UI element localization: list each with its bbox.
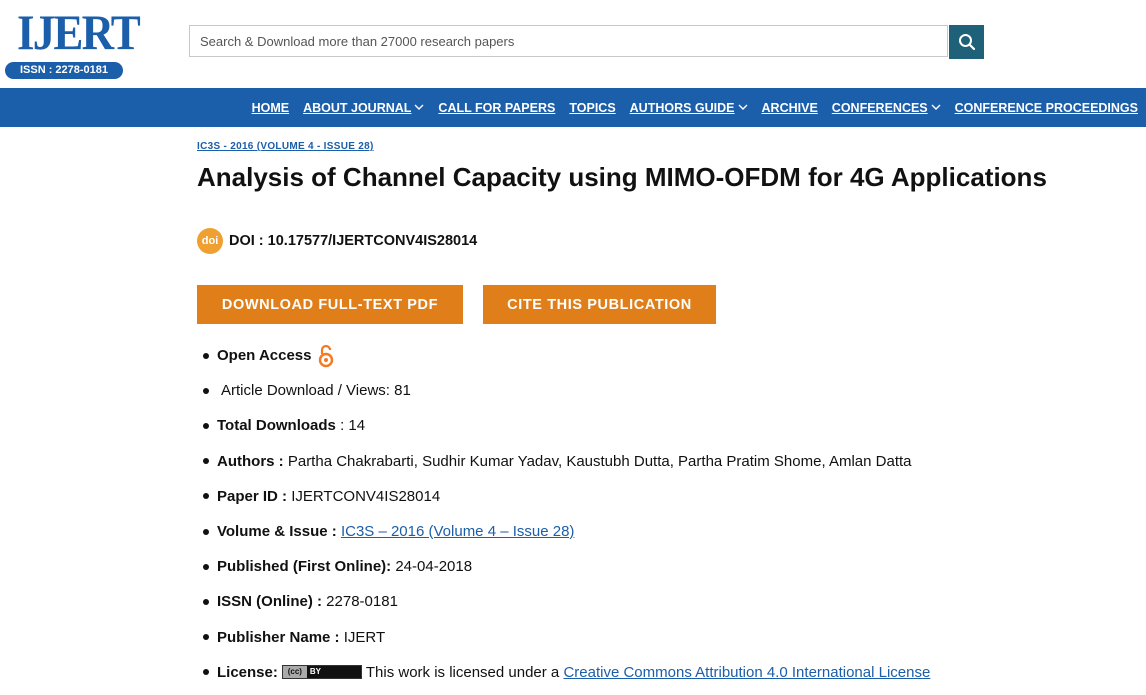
- license-label: License:: [217, 663, 278, 681]
- open-access-label: Open Access: [217, 347, 312, 365]
- paper-id-label: Paper ID :: [217, 487, 288, 505]
- cc-icon: (cc): [282, 666, 307, 679]
- list-item-views: Article Download / Views: 81: [197, 373, 930, 408]
- downloads-label: Total Downloads: [217, 417, 336, 435]
- nav-call-for-papers[interactable]: CALL FOR PAPERS: [438, 101, 555, 115]
- nav-label: HOME: [251, 100, 290, 115]
- nav-home[interactable]: HOME: [252, 101, 290, 115]
- issn-value: 2278-0181: [326, 593, 398, 611]
- nav-label: CALL FOR PAPERS: [438, 100, 556, 115]
- main-nav: HOME ABOUT JOURNAL CALL FOR PAPERS TOPIC…: [0, 88, 1146, 127]
- article-meta-list: Open Access Article Download / Views: 81…: [197, 338, 930, 690]
- cc-by-label: BY: [309, 667, 321, 677]
- doi-row: doi DOI : 10.17577/IJERTCONV4IS28014: [197, 228, 477, 254]
- search-button[interactable]: [949, 25, 984, 59]
- list-item-downloads: Total Downloads : 14: [197, 408, 930, 443]
- nav-archive[interactable]: ARCHIVE: [762, 101, 818, 115]
- logo-text: IJERT: [17, 4, 141, 60]
- views-value: 81: [394, 382, 411, 400]
- open-access-lock-icon: [318, 344, 333, 367]
- nav-conference-proceedings[interactable]: CONFERENCE PROCEEDINGS: [955, 101, 1138, 115]
- nav-label: ARCHIVE: [761, 100, 818, 115]
- issue-link[interactable]: IC3S - 2016 (VOLUME 4 - ISSUE 28): [197, 141, 1137, 152]
- site-header: IJERT ISSN : 2278-0181: [0, 0, 1146, 88]
- nav-topics[interactable]: TOPICS: [569, 101, 615, 115]
- authors-label: Authors :: [217, 452, 284, 470]
- cite-publication-button[interactable]: CITE THIS PUBLICATION: [483, 285, 716, 324]
- publisher-value: IJERT: [343, 628, 386, 646]
- nav-label: TOPICS: [569, 100, 616, 115]
- list-item-license: License: (cc) BY This work is licensed u…: [197, 655, 930, 690]
- volume-label: Volume & Issue :: [217, 523, 337, 541]
- published-label: Published (First Online):: [217, 558, 392, 576]
- chevron-down-icon: [414, 104, 424, 110]
- list-item-paper-id: Paper ID : IJERTCONV4IS28014: [197, 479, 930, 514]
- nav-authors-guide[interactable]: AUTHORS GUIDE: [630, 101, 748, 115]
- chevron-down-icon: [931, 104, 941, 110]
- paper-id-value: IJERTCONV4IS28014: [291, 487, 441, 505]
- views-label: Article Download / Views:: [221, 382, 390, 400]
- nav-label: CONFERENCE PROCEEDINGS: [954, 100, 1138, 115]
- license-link[interactable]: Creative Commons Attribution 4.0 Interna…: [563, 664, 930, 681]
- publisher-label: Publisher Name :: [217, 628, 340, 646]
- nav-label: ABOUT JOURNAL: [303, 100, 412, 115]
- list-item-publisher: Publisher Name : IJERT: [197, 620, 930, 655]
- issn-label: ISSN (Online) :: [217, 593, 322, 611]
- list-item-open-access: Open Access: [197, 338, 930, 373]
- nav-label: AUTHORS GUIDE: [629, 100, 735, 115]
- ijert-logo[interactable]: IJERT ISSN : 2278-0181: [5, 6, 141, 79]
- search-box: [189, 25, 948, 57]
- download-pdf-button[interactable]: DOWNLOAD FULL-TEXT PDF: [197, 285, 463, 324]
- article-title: Analysis of Channel Capacity using MIMO-…: [197, 162, 1047, 192]
- action-buttons: DOWNLOAD FULL-TEXT PDF CITE THIS PUBLICA…: [197, 285, 716, 324]
- downloads-value: : 14: [340, 417, 366, 435]
- chevron-down-icon: [738, 104, 748, 110]
- search-icon: [958, 34, 975, 51]
- search-input[interactable]: [190, 26, 947, 56]
- doi-icon: doi: [197, 228, 223, 254]
- volume-link[interactable]: IC3S – 2016 (Volume 4 – Issue 28): [341, 523, 574, 540]
- issn-badge: ISSN : 2278-0181: [5, 62, 123, 79]
- published-value: 24-04-2018: [395, 558, 473, 576]
- list-item-authors: Authors : Partha Chakrabarti, Sudhir Kum…: [197, 444, 930, 479]
- article-main: IC3S - 2016 (VOLUME 4 - ISSUE 28) Analys…: [197, 140, 1137, 681]
- authors-value: Partha Chakrabarti, Sudhir Kumar Yadav, …: [287, 452, 912, 470]
- nav-about-journal[interactable]: ABOUT JOURNAL: [303, 101, 424, 115]
- list-item-volume: Volume & Issue : IC3S – 2016 (Volume 4 –…: [197, 514, 930, 549]
- doi-text: DOI : 10.17577/IJERTCONV4IS28014: [229, 233, 478, 249]
- cc-by-badge[interactable]: (cc) BY: [281, 665, 362, 680]
- nav-conferences[interactable]: CONFERENCES: [832, 101, 941, 115]
- list-item-published: Published (First Online): 24-04-2018: [197, 549, 930, 584]
- nav-label: CONFERENCES: [831, 100, 928, 115]
- license-text: This work is licensed under a: [365, 663, 560, 681]
- list-item-issn: ISSN (Online) : 2278-0181: [197, 584, 930, 619]
